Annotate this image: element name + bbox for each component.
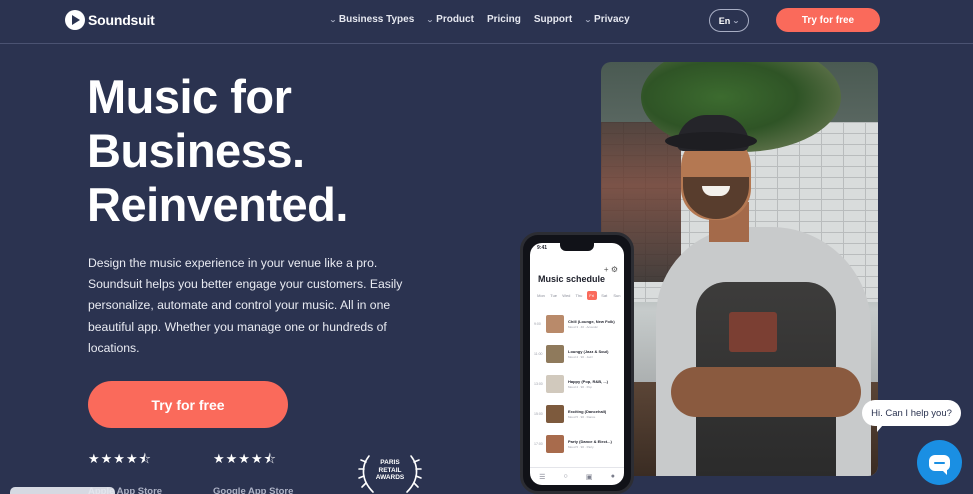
playlist-title: Party (Dance & Elect...) xyxy=(568,439,612,444)
app-screen-title: Music schedule xyxy=(538,274,606,284)
schedule-text: Party (Dance & Elect...) Mood 5 · 90 · Pa… xyxy=(568,439,612,449)
paris-retail-awards-badge: PARIS RETAIL AWARDS xyxy=(355,452,425,494)
schedule-time: 11:00 xyxy=(534,352,543,356)
playlist-thumbnail xyxy=(546,315,564,333)
cookie-banner-tab[interactable] xyxy=(10,487,115,494)
headline-line: Reinvented. xyxy=(87,178,348,231)
play-icon: ○ xyxy=(563,473,568,480)
brand-logo[interactable]: Soundsuit xyxy=(65,10,155,30)
schedule-time: 17:00 xyxy=(534,442,543,446)
star-rating-icon: ★★★★⯪ xyxy=(88,451,152,466)
award-line: PARIS xyxy=(380,459,400,466)
playlist-thumbnail xyxy=(546,405,564,423)
hat-brim xyxy=(665,132,757,150)
schedule-time: 9:00 xyxy=(534,322,541,326)
chevron-down-icon: ⌄ xyxy=(426,16,435,24)
nav-try-free-button[interactable]: Try for free xyxy=(776,8,880,32)
nav-item-pricing[interactable]: Pricing xyxy=(487,14,521,25)
nav-item-label: Product xyxy=(436,14,474,25)
playlist-subtitle: Mood 5 · 90 · Dance xyxy=(568,415,596,419)
schedule-text: Exciting (Dancehall) Mood 5 · 90 · Dance xyxy=(568,409,606,419)
status-time: 9:41 xyxy=(537,245,548,251)
schedule-time: 15:00 xyxy=(534,412,543,416)
playlist-title: Loungy (Jazz & Soul) xyxy=(568,349,609,354)
chevron-down-icon: ⌄ xyxy=(732,17,741,25)
award-text: PARIS RETAIL AWARDS xyxy=(355,459,425,482)
weekday-chip[interactable]: Thu xyxy=(574,291,584,300)
profile-icon: ● xyxy=(610,473,615,480)
weekday-chip[interactable]: Wed xyxy=(561,291,571,300)
language-label: En xyxy=(718,15,731,26)
nav-item-support[interactable]: Support xyxy=(534,14,572,25)
weekday-chip[interactable]: Sat xyxy=(599,291,609,300)
play-logo-icon xyxy=(65,10,85,30)
playlist-subtitle: Mood 5 · 90 · Party xyxy=(568,445,594,449)
award-line: RETAIL xyxy=(378,466,402,474)
calendar-icon: ▣ xyxy=(585,473,593,481)
chevron-down-icon: ⌄ xyxy=(329,16,337,24)
list-icon: ☰ xyxy=(539,473,546,481)
chevron-down-icon: ⌄ xyxy=(584,16,592,24)
google-app-store-rating[interactable]: ★★★★⯪ Google App Store xyxy=(213,450,293,494)
schedule-list: 9:00 Chill (Lounge, New Folk) Mood 3 · 40 … xyxy=(534,309,622,459)
nav-item-label: Pricing xyxy=(486,14,521,25)
schedule-row[interactable]: 11:00 Loungy (Jazz & Soul) Mood 4 · 90 · J… xyxy=(534,339,622,369)
phone-notch xyxy=(560,243,594,251)
nav-links: ⌄ Business Types ⌄ Product Pricing Suppo… xyxy=(329,14,630,25)
playlist-thumbnail xyxy=(546,375,564,393)
schedule-row[interactable]: 17:00 Party (Dance & Elect...) Mood 5 · 90… xyxy=(534,429,622,459)
star-rating-icon: ★★★★⯪ xyxy=(213,451,277,466)
rating-label: Google App Store xyxy=(213,486,294,494)
playlist-subtitle: Mood 4 · 90 · Pop xyxy=(568,385,593,389)
phone-tab-bar: ☰ ○ ▣ ● xyxy=(530,467,624,485)
language-selector[interactable]: En ⌄ xyxy=(709,9,749,32)
hero-description: Design the music experience in your venu… xyxy=(88,256,403,355)
apron-pocket xyxy=(729,312,777,352)
person-arms xyxy=(671,367,861,417)
weekday-chip[interactable]: Sun xyxy=(612,291,622,300)
schedule-text: Happy (Pop, R&B, ...) Mood 4 · 90 · Pop xyxy=(568,379,608,389)
headline-line: Business. xyxy=(87,124,305,177)
playlist-title: Happy (Pop, R&B, ...) xyxy=(568,379,608,384)
schedule-text: Loungy (Jazz & Soul) Mood 4 · 90 · Jazz xyxy=(568,349,608,359)
hero-try-free-button[interactable]: Try for free xyxy=(88,381,288,428)
weekday-selector: Mon Tue Wed Thu Fri Sat Sun xyxy=(536,291,622,300)
playlist-title: Exciting (Dancehall) xyxy=(568,409,607,414)
chat-icon xyxy=(929,454,950,475)
phone-screen: 9:41 + ⚙ Music schedule Mon Tue Wed Thu Fri S… xyxy=(530,243,624,485)
add-settings-icons: + ⚙ xyxy=(603,265,618,274)
weekday-chip[interactable]: Tue xyxy=(549,291,559,300)
nav-item-product[interactable]: ⌄ Product xyxy=(426,14,474,25)
brand-name: Soundsuit xyxy=(88,12,155,28)
playlist-subtitle: Mood 3 · 40 · Acoustic xyxy=(568,325,598,329)
playlist-subtitle: Mood 4 · 90 · Jazz xyxy=(568,355,593,359)
nav-item-label: Business Types xyxy=(338,14,415,25)
schedule-text: Chill (Lounge, New Folk) Mood 3 · 40 · Ac… xyxy=(568,319,615,329)
schedule-row[interactable]: 15:00 Exciting (Dancehall) Mood 5 · 90 · D… xyxy=(534,399,622,429)
top-navigation: Soundsuit ⌄ Business Types ⌄ Product Pri… xyxy=(0,0,973,44)
playlist-thumbnail xyxy=(546,435,564,453)
phone-mockup: 9:41 + ⚙ Music schedule Mon Tue Wed Thu Fri S… xyxy=(520,232,634,494)
weekday-chip[interactable]: Mon xyxy=(536,291,546,300)
schedule-row[interactable]: 13:00 Happy (Pop, R&B, ...) Mood 4 · 90 · … xyxy=(534,369,622,399)
playlist-title: Chill (Lounge, New Folk) xyxy=(568,319,615,324)
nav-item-business-types[interactable]: ⌄ Business Types xyxy=(329,14,415,25)
hero-photo-barista xyxy=(601,62,878,476)
headline-line: Music for xyxy=(87,70,292,123)
hero-headline: Music for Business. Reinvented. xyxy=(87,70,348,232)
weekday-chip[interactable]: Fri xyxy=(586,291,597,300)
schedule-row[interactable]: 9:00 Chill (Lounge, New Folk) Mood 3 · 40 … xyxy=(534,309,622,339)
nav-item-label: Support xyxy=(533,14,573,25)
schedule-time: 13:00 xyxy=(534,382,543,386)
playlist-thumbnail xyxy=(546,345,564,363)
chat-greeting-bubble[interactable]: Hi. Can I help you? xyxy=(862,400,961,432)
chat-launcher-button[interactable] xyxy=(917,440,962,485)
nav-item-privacy[interactable]: ⌄ Privacy xyxy=(584,14,630,25)
award-line: AWARDS xyxy=(375,474,405,482)
nav-item-label: Privacy xyxy=(594,14,630,25)
